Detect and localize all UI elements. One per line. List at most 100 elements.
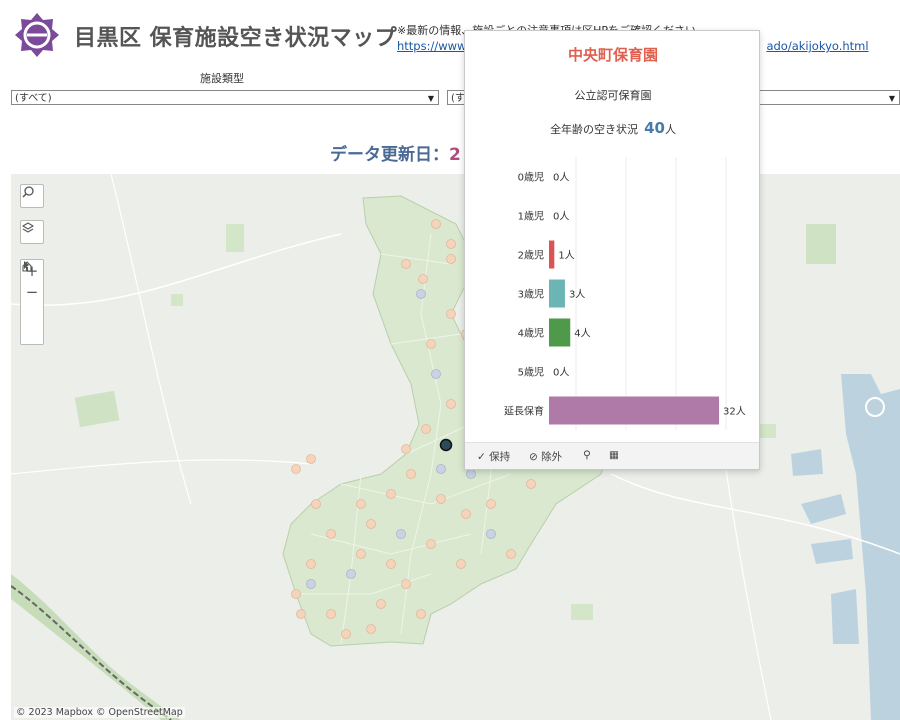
vacancy-value-label: 0人 bbox=[553, 367, 569, 379]
facility-marker[interactable] bbox=[421, 424, 431, 434]
play-button[interactable] bbox=[21, 261, 43, 344]
facility-marker[interactable] bbox=[396, 529, 406, 539]
facility-marker[interactable] bbox=[401, 579, 411, 589]
map-layers-button[interactable] bbox=[20, 220, 44, 244]
facility-marker[interactable] bbox=[291, 589, 301, 599]
facility-marker[interactable] bbox=[326, 529, 336, 539]
facility-marker[interactable] bbox=[306, 559, 316, 569]
second-filter-value: (す bbox=[451, 93, 465, 104]
age-category-label: 1歳児 bbox=[518, 211, 544, 223]
age-category-label: 延長保育 bbox=[504, 405, 544, 418]
facility-marker[interactable] bbox=[446, 239, 456, 249]
facility-marker[interactable] bbox=[346, 569, 356, 579]
facility-marker[interactable] bbox=[456, 559, 466, 569]
meguro-emblem-icon bbox=[15, 13, 59, 57]
play-icon bbox=[24, 261, 29, 269]
facility-marker[interactable] bbox=[296, 609, 306, 619]
update-label: データ更新日： bbox=[330, 145, 449, 165]
vacancy-bar-chart: 0歳児 0人 1歳児 0人 2歳児 1人 3歳児 3人 4歳児 4人 5歳児 0人延長保育 32人 bbox=[504, 157, 746, 430]
data-update-date: データ更新日：2 bbox=[330, 140, 461, 165]
facility-marker[interactable] bbox=[401, 444, 411, 454]
search-icon bbox=[22, 186, 34, 198]
chevron-down-icon: ▼ bbox=[427, 94, 434, 103]
vacancy-value-label: 4人 bbox=[574, 328, 590, 340]
tooltip-actions: ✓ 保持 ⊘ 除外 ⚲ ▦ bbox=[465, 442, 759, 469]
facility-marker[interactable] bbox=[406, 469, 416, 479]
facility-marker[interactable] bbox=[306, 454, 316, 464]
vacancy-value-label: 32人 bbox=[723, 406, 746, 418]
map-attribution[interactable]: © 2023 Mapbox © OpenStreetMap bbox=[14, 707, 185, 718]
map-area[interactable]: + − © 2023 Mapbox © OpenStreetMap bbox=[11, 174, 900, 720]
facility-marker[interactable] bbox=[376, 599, 386, 609]
age-category-label: 4歳児 bbox=[518, 328, 544, 340]
facility-marker[interactable] bbox=[341, 629, 351, 639]
facility-marker[interactable] bbox=[366, 519, 376, 529]
facility-marker[interactable] bbox=[446, 399, 456, 409]
facility-marker[interactable] bbox=[486, 499, 496, 509]
facility-marker[interactable] bbox=[386, 489, 396, 499]
exclude-label: 除外 bbox=[541, 451, 563, 463]
facility-marker[interactable] bbox=[426, 539, 436, 549]
third-filter-select[interactable]: ▼ bbox=[760, 90, 900, 105]
vacancy-value-label: 0人 bbox=[553, 172, 569, 184]
facility-marker[interactable] bbox=[356, 499, 366, 509]
zoom-out-button[interactable]: − bbox=[21, 281, 43, 302]
facility-marker[interactable] bbox=[426, 339, 436, 349]
facility-marker[interactable] bbox=[306, 579, 316, 589]
vacancy-bar[interactable] bbox=[549, 240, 555, 269]
second-filter-select[interactable]: (す bbox=[447, 90, 465, 105]
facility-marker[interactable] bbox=[486, 529, 496, 539]
keep-action[interactable]: ✓ 保持 bbox=[477, 449, 510, 464]
vacancy-bar[interactable] bbox=[549, 318, 571, 347]
vacancy-value-label: 0人 bbox=[553, 211, 569, 223]
keep-label: 保持 bbox=[489, 451, 511, 463]
facility-marker[interactable] bbox=[436, 494, 446, 504]
url-end[interactable]: ado/akijokyo.html bbox=[766, 39, 868, 53]
pin-icon[interactable]: ⚲ bbox=[583, 449, 591, 461]
facility-marker[interactable] bbox=[356, 549, 366, 559]
facility-marker[interactable] bbox=[416, 609, 426, 619]
age-category-label: 5歳児 bbox=[518, 367, 544, 379]
facility-marker[interactable] bbox=[436, 464, 446, 474]
vacancy-bar[interactable] bbox=[549, 396, 720, 425]
facility-marker[interactable] bbox=[416, 289, 426, 299]
facility-marker[interactable] bbox=[446, 254, 456, 264]
facility-marker[interactable] bbox=[506, 549, 516, 559]
view-data-icon[interactable]: ▦ bbox=[609, 449, 619, 461]
facility-marker[interactable] bbox=[291, 464, 301, 474]
vacancy-bar[interactable] bbox=[549, 279, 565, 308]
age-category-label: 0歳児 bbox=[518, 172, 544, 184]
facility-marker[interactable] bbox=[446, 309, 456, 319]
facility-marker[interactable] bbox=[466, 469, 476, 479]
facility-type-select[interactable]: (すべて) ▼ bbox=[11, 90, 439, 105]
facility-type-value: (すべて) bbox=[15, 93, 52, 104]
facility-marker[interactable] bbox=[386, 559, 396, 569]
facility-marker[interactable] bbox=[366, 624, 376, 634]
facility-marker[interactable] bbox=[401, 259, 411, 269]
facility-marker[interactable] bbox=[418, 274, 428, 284]
map-search-button[interactable] bbox=[20, 184, 44, 208]
facility-type-label: 施設類型 bbox=[200, 72, 244, 85]
zoom-controls: + − bbox=[20, 259, 44, 345]
update-value: 2 bbox=[449, 145, 461, 165]
age-category-label: 3歳児 bbox=[518, 289, 544, 301]
vacancy-value-label: 3人 bbox=[569, 289, 585, 301]
facility-marker[interactable] bbox=[461, 509, 471, 519]
facility-marker[interactable] bbox=[311, 499, 321, 509]
facility-marker[interactable] bbox=[526, 479, 536, 489]
age-category-label: 2歳児 bbox=[518, 250, 544, 262]
facility-marker[interactable] bbox=[326, 609, 336, 619]
vacancy-value-label: 1人 bbox=[558, 250, 574, 262]
url-start[interactable]: https://www bbox=[397, 39, 466, 53]
chevron-down-icon: ▼ bbox=[888, 94, 895, 103]
map-canvas[interactable] bbox=[11, 174, 900, 720]
facility-marker[interactable] bbox=[431, 369, 441, 379]
header: 目黒区 保育施設空き状況マップ ※最新の情報、施設ごとの注意事項は区HPをご確認… bbox=[0, 0, 900, 70]
home-button[interactable] bbox=[21, 261, 43, 323]
layers-icon bbox=[21, 222, 35, 233]
page-title: 目黒区 保育施設空き状況マップ bbox=[74, 26, 398, 51]
facility-marker[interactable] bbox=[431, 219, 441, 229]
exclude-action[interactable]: ⊘ 除外 bbox=[529, 449, 562, 464]
selected-facility-marker[interactable] bbox=[439, 438, 453, 452]
facility-tooltip: 中央町保育園 公立認可保育園 全年齢の空き状況 40人 0歳児 0人 1歳児 0人 2歳児… bbox=[464, 30, 760, 470]
